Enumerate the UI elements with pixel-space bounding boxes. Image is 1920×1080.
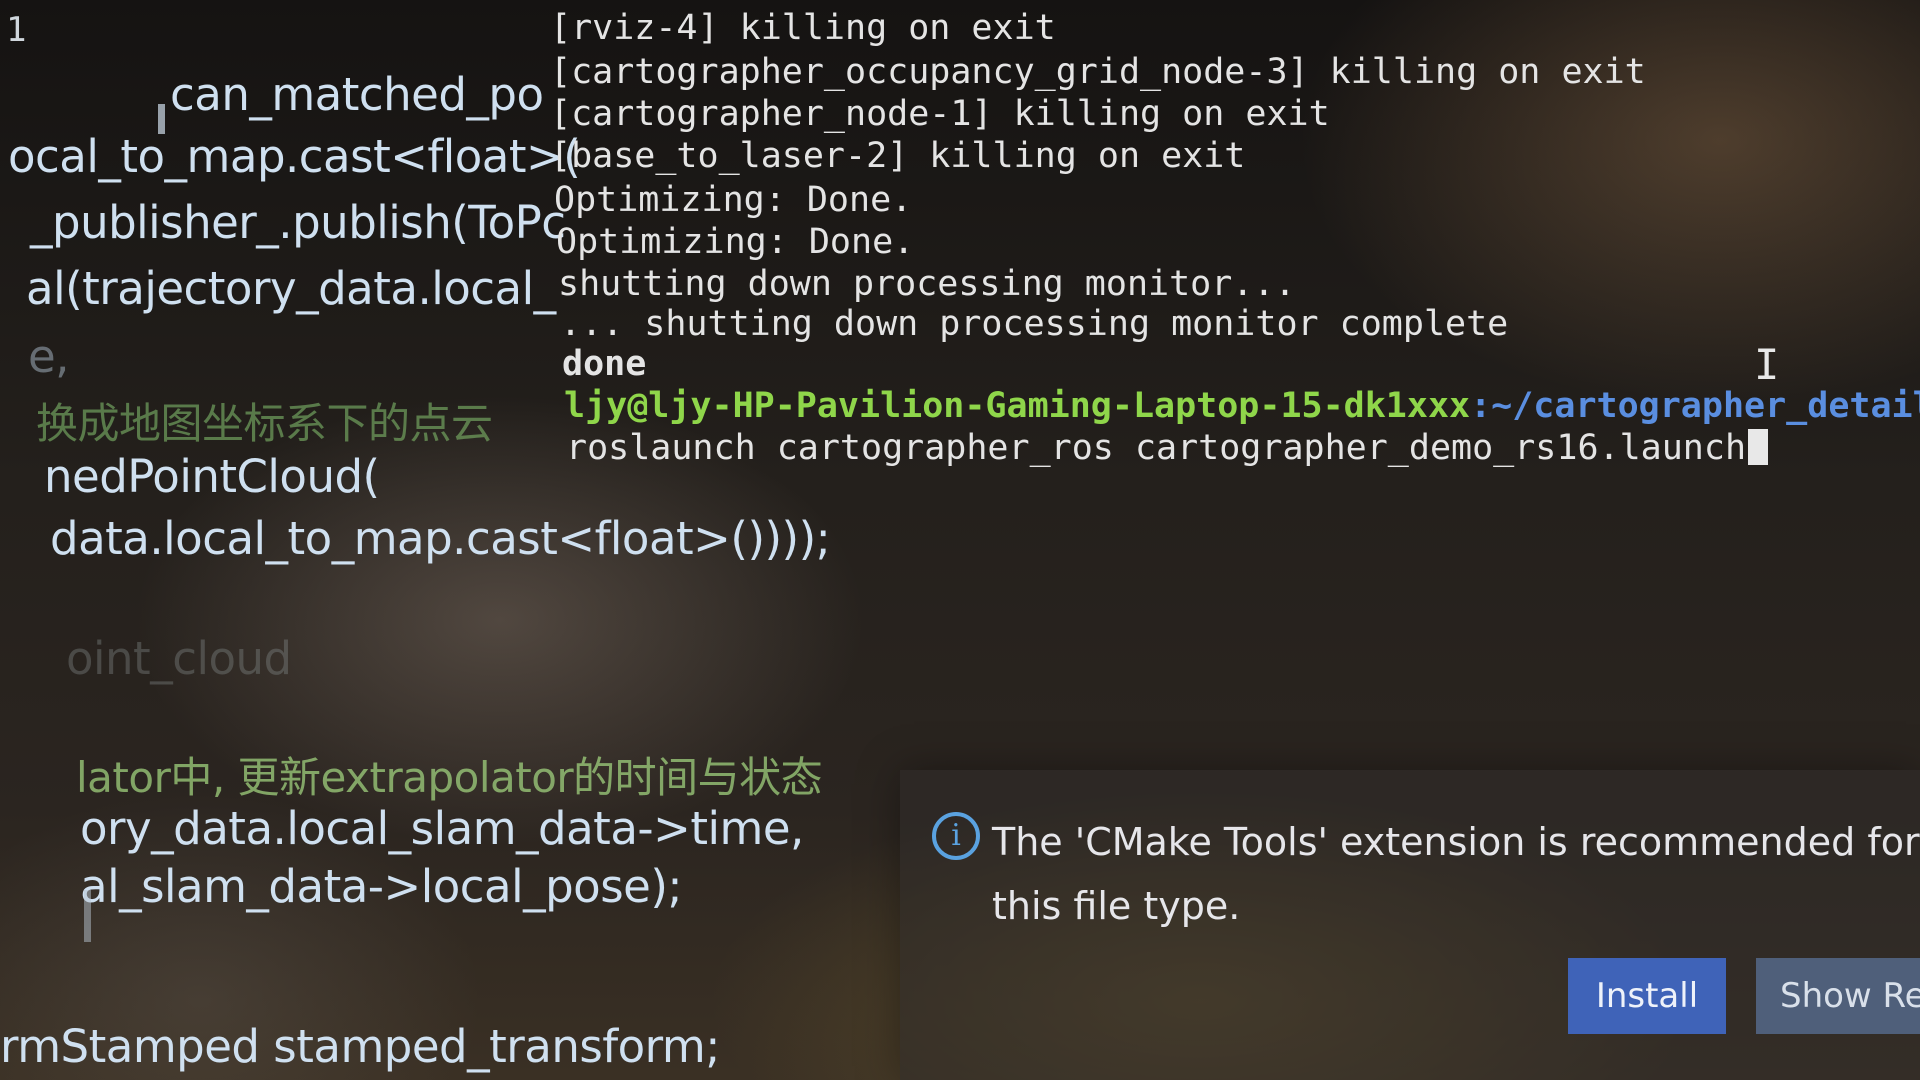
screen: 1 can_matched_po ocal_to_map.cast<float>… (0, 0, 1920, 1080)
code-line: ocal_to_map.cast<float>( (8, 130, 581, 183)
prompt-user: ljy@ljy-HP-Pavilion-Gaming-Laptop-15-dk1… (564, 386, 1471, 426)
code-comment: lator中, 更新extrapolator的时间与状态 (76, 753, 823, 802)
info-icon: i (932, 812, 980, 860)
code-comment: 换成地图坐标系下的点云 (36, 399, 493, 448)
code-line: can_matched_po (170, 68, 544, 121)
terminal-line: [cartographer_node-1] killing on exit (550, 94, 1330, 134)
code-line: al(trajectory_data.local_ (26, 262, 556, 315)
editor-text-cursor (84, 890, 91, 942)
terminal-line: [cartographer_occupancy_grid_node-3] kil… (550, 52, 1646, 92)
code-line: e, (28, 330, 70, 383)
code-line: al_slam_data->local_pose); (80, 860, 683, 913)
code-line: oint_cloud (66, 632, 292, 685)
notification-toast: i The 'CMake Tools' extension is recomme… (900, 770, 1920, 1080)
prompt-path: :~/cartographer_detailed_ (1470, 386, 1920, 426)
terminal-prompt: ljy@ljy-HP-Pavilion-Gaming-Laptop-15-dk1… (564, 386, 1920, 426)
terminal-line: Optimizing: Done. (556, 222, 915, 262)
terminal-cursor (1748, 429, 1769, 465)
show-recommendations-button[interactable]: Show Re (1756, 958, 1920, 1034)
terminal-line: Optimizing: Done. (554, 180, 913, 220)
terminal-line: shutting down processing monitor... (558, 264, 1296, 304)
code-line: nedPointCloud( (44, 450, 380, 503)
code-line: data.local_to_map.cast<float>()))); (50, 512, 831, 565)
terminal-line: [base_to_laser-2] killing on exit (550, 136, 1246, 176)
terminal-command-line[interactable]: roslaunch cartographer_ros cartographer_… (566, 428, 1769, 468)
code-line: ory_data.local_slam_data->time, (80, 802, 804, 855)
install-button[interactable]: Install (1568, 958, 1726, 1034)
terminal-line: [rviz-4] killing on exit (550, 8, 1056, 48)
terminal-command: roslaunch cartographer_ros cartographer_… (566, 428, 1747, 468)
ibeam-cursor-icon: I (1754, 340, 1780, 389)
line-number: 1 (6, 10, 27, 50)
terminal-panel[interactable]: [rviz-4] killing on exit [cartographer_o… (540, 0, 1920, 480)
terminal-line: ... shutting down processing monitor com… (560, 304, 1509, 344)
code-line: _publisher_.publish(ToPc (30, 196, 566, 249)
notification-message: The 'CMake Tools' extension is recommend… (992, 820, 1920, 928)
code-line: rmStamped stamped_transform; (0, 1020, 720, 1073)
terminal-line: done (562, 344, 647, 384)
code-editor[interactable]: 1 can_matched_po ocal_to_map.cast<float>… (0, 0, 831, 1080)
